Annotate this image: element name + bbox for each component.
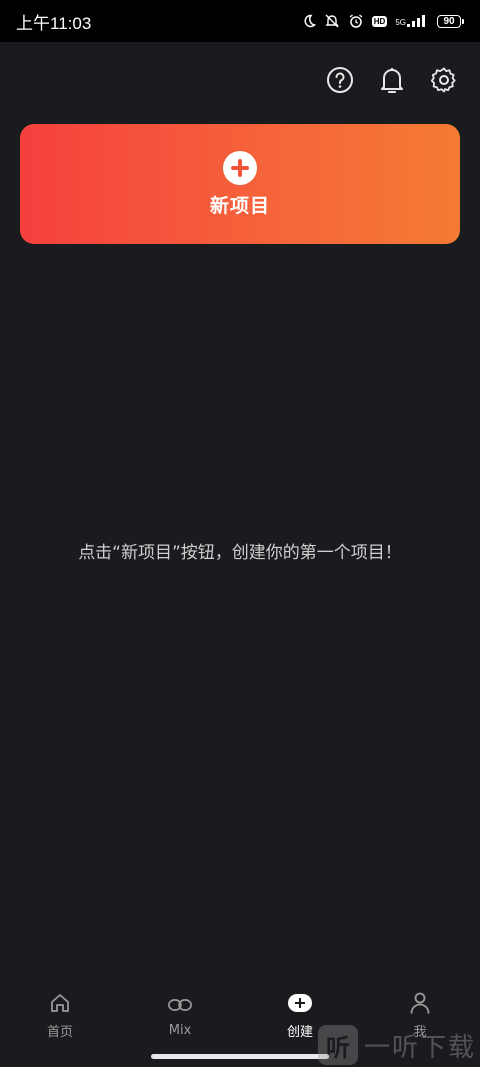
person-icon [407,990,433,1016]
nav-label-mix: Mix [168,1023,192,1038]
mute-icon [324,13,340,29]
watermark-logo: 听 [317,1025,358,1065]
nav-item-mix[interactable]: Mix [120,992,240,1038]
battery-level: 90 [437,14,461,28]
watermark-text: 一听下载 [363,1032,476,1063]
new-project-button[interactable]: 新项目 [20,124,460,244]
empty-state-text: 点击“新项目”按钮，创建你的第一个项目！ [78,543,402,563]
battery-icon: 90 [437,14,464,28]
new-project-label: 新项目 [209,194,270,217]
network-label: 5G [395,18,406,27]
signal-icon: 5G [395,15,429,27]
create-icon [287,990,313,1016]
infinity-icon [167,992,193,1018]
hd-icon: HD [371,15,388,27]
status-time: 上午11:03 [16,13,92,33]
home-indicator[interactable] [151,1054,329,1059]
help-icon[interactable] [324,64,356,96]
status-bar: 上午11:03 HD 5G 90 [0,0,480,42]
moon-icon [302,14,316,28]
screen: 上午11:03 HD 5G 90 新项目 点击“新项目”按钮，创建你的第一个项目… [0,0,480,1067]
bell-icon[interactable] [376,64,408,96]
nav-label-home: 首页 [46,1025,73,1040]
status-icons: HD 5G 90 [302,13,464,29]
watermark: 听 一听下载 [317,1025,476,1065]
gear-icon[interactable] [428,64,460,96]
nav-label-create: 创建 [286,1025,313,1040]
top-actions [324,64,460,96]
plus-icon [223,150,257,185]
nav-item-home[interactable]: 首页 [0,990,120,1040]
home-icon [47,990,73,1016]
alarm-icon [348,13,364,29]
